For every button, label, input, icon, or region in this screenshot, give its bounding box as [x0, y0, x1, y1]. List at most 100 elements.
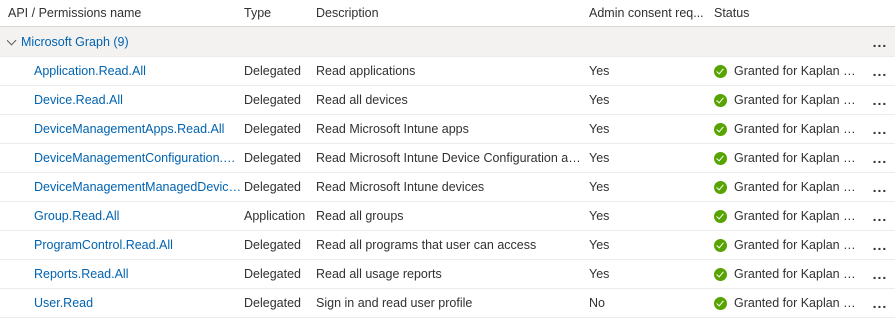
status-text: Granted for Kaplan Inter... — [734, 180, 858, 194]
row-more-button[interactable]: ... — [868, 202, 892, 230]
table-row: DeviceManagementApps.Read.All Delegated … — [0, 115, 895, 144]
admin-consent-required: Yes — [589, 238, 610, 252]
more-horizontal-icon[interactable]: ... — [873, 180, 888, 194]
check-circle-icon — [714, 93, 727, 107]
row-more-button[interactable]: ... — [868, 57, 892, 85]
row-more-button[interactable]: ... — [868, 144, 892, 172]
permission-name-link[interactable]: DeviceManagementManagedDevices.Reac — [34, 180, 242, 194]
group-more-button[interactable]: ... — [868, 27, 892, 56]
permission-type: Delegated — [244, 151, 301, 165]
permission-name-link[interactable]: DeviceManagementApps.Read.All — [34, 122, 224, 136]
permissions-table: API / Permissions name Type Description … — [0, 0, 895, 318]
admin-consent-required: Yes — [589, 122, 610, 136]
more-horizontal-icon[interactable]: ... — [873, 151, 888, 165]
permission-type: Delegated — [244, 93, 301, 107]
table-row: Group.Read.All Application Read all grou… — [0, 202, 895, 231]
status-badge: Granted for Kaplan Inter... — [714, 173, 864, 201]
permission-name-link[interactable]: User.Read — [34, 296, 93, 310]
permission-description: Read all usage reports — [316, 267, 442, 281]
header-status[interactable]: Status — [714, 0, 864, 26]
header-admin-consent[interactable]: Admin consent req... — [589, 0, 707, 26]
permission-type: Delegated — [244, 122, 301, 136]
more-horizontal-icon[interactable]: ... — [873, 122, 888, 136]
status-text: Granted for Kaplan Inter... — [734, 93, 858, 107]
table-row: DeviceManagementConfiguration.Read.All D… — [0, 144, 895, 173]
permission-description: Read applications — [316, 64, 416, 78]
table-row: ProgramControl.Read.All Delegated Read a… — [0, 231, 895, 260]
table-row: Device.Read.All Delegated Read all devic… — [0, 86, 895, 115]
admin-consent-required: Yes — [589, 209, 610, 223]
admin-consent-required: Yes — [589, 93, 610, 107]
status-badge: Granted for Kaplan Inter... — [714, 86, 864, 114]
status-text: Granted for Kaplan Inter... — [734, 64, 858, 78]
permission-type: Delegated — [244, 296, 301, 310]
check-circle-icon — [714, 209, 727, 223]
check-circle-icon — [714, 267, 727, 281]
status-badge: Granted for Kaplan Inter... — [714, 289, 864, 317]
row-more-button[interactable]: ... — [868, 173, 892, 201]
permission-type: Application — [244, 209, 306, 223]
check-circle-icon — [714, 122, 727, 136]
status-badge: Granted for Kaplan Inter... — [714, 115, 864, 143]
more-horizontal-icon[interactable]: ... — [873, 296, 888, 310]
permission-name-link[interactable]: Reports.Read.All — [34, 267, 129, 281]
check-circle-icon — [714, 180, 727, 194]
status-badge: Granted for Kaplan Inter... — [714, 260, 864, 288]
status-badge: Granted for Kaplan Inter... — [714, 231, 864, 259]
group-toggle[interactable]: Microsoft Graph (9) — [7, 27, 307, 56]
permission-name-link[interactable]: Application.Read.All — [34, 64, 146, 78]
table-row: Application.Read.All Delegated Read appl… — [0, 57, 895, 86]
status-text: Granted for Kaplan Inter... — [734, 267, 858, 281]
table-row: User.Read Delegated Sign in and read use… — [0, 289, 895, 318]
permission-name-link[interactable]: Device.Read.All — [34, 93, 123, 107]
status-badge: Granted for Kaplan Inter... — [714, 202, 864, 230]
admin-consent-required: Yes — [589, 151, 610, 165]
status-badge: Granted for Kaplan Inter... — [714, 57, 864, 85]
check-circle-icon — [714, 64, 727, 78]
status-text: Granted for Kaplan Inter... — [734, 122, 858, 136]
status-text: Granted for Kaplan Inter... — [734, 296, 858, 310]
status-text: Granted for Kaplan Inter... — [734, 151, 858, 165]
header-description[interactable]: Description — [316, 0, 582, 26]
more-horizontal-icon[interactable]: ... — [873, 238, 888, 252]
permission-type: Delegated — [244, 238, 301, 252]
permission-type: Delegated — [244, 267, 301, 281]
status-badge: Granted for Kaplan Inter... — [714, 144, 864, 172]
admin-consent-required: Yes — [589, 180, 610, 194]
header-type[interactable]: Type — [244, 0, 310, 26]
permissions-rows: Application.Read.All Delegated Read appl… — [0, 57, 895, 318]
status-text: Granted for Kaplan Inter... — [734, 209, 858, 223]
row-more-button[interactable]: ... — [868, 115, 892, 143]
permission-description: Read all devices — [316, 93, 408, 107]
admin-consent-required: No — [589, 296, 605, 310]
admin-consent-required: Yes — [589, 267, 610, 281]
more-horizontal-icon[interactable]: ... — [873, 64, 888, 78]
permission-description: Read Microsoft Intune devices — [316, 180, 485, 194]
row-more-button[interactable]: ... — [868, 260, 892, 288]
row-more-button[interactable]: ... — [868, 289, 892, 317]
check-circle-icon — [714, 296, 727, 310]
header-name[interactable]: API / Permissions name — [8, 0, 242, 26]
permission-description: Read all groups — [316, 209, 404, 223]
permission-name-link[interactable]: Group.Read.All — [34, 209, 119, 223]
permission-name-link[interactable]: ProgramControl.Read.All — [34, 238, 173, 252]
row-more-button[interactable]: ... — [868, 231, 892, 259]
admin-consent-required: Yes — [589, 64, 610, 78]
more-horizontal-icon[interactable]: ... — [873, 267, 888, 281]
more-horizontal-icon[interactable]: ... — [873, 35, 888, 49]
permission-type: Delegated — [244, 64, 301, 78]
permission-description: Read Microsoft Intune Device Configurati… — [316, 151, 582, 165]
row-more-button[interactable]: ... — [868, 86, 892, 114]
group-label[interactable]: Microsoft Graph (9) — [21, 35, 129, 49]
permission-description: Read Microsoft Intune apps — [316, 122, 469, 136]
table-row: Reports.Read.All Delegated Read all usag… — [0, 260, 895, 289]
chevron-down-icon[interactable] — [7, 35, 17, 45]
group-row-microsoft-graph[interactable]: Microsoft Graph (9) ... — [0, 27, 895, 57]
more-horizontal-icon[interactable]: ... — [873, 209, 888, 223]
more-horizontal-icon[interactable]: ... — [873, 93, 888, 107]
check-circle-icon — [714, 151, 727, 165]
permission-description: Sign in and read user profile — [316, 296, 473, 310]
permission-type: Delegated — [244, 180, 301, 194]
permission-description: Read all programs that user can access — [316, 238, 537, 252]
permission-name-link[interactable]: DeviceManagementConfiguration.Read.All — [34, 151, 242, 165]
